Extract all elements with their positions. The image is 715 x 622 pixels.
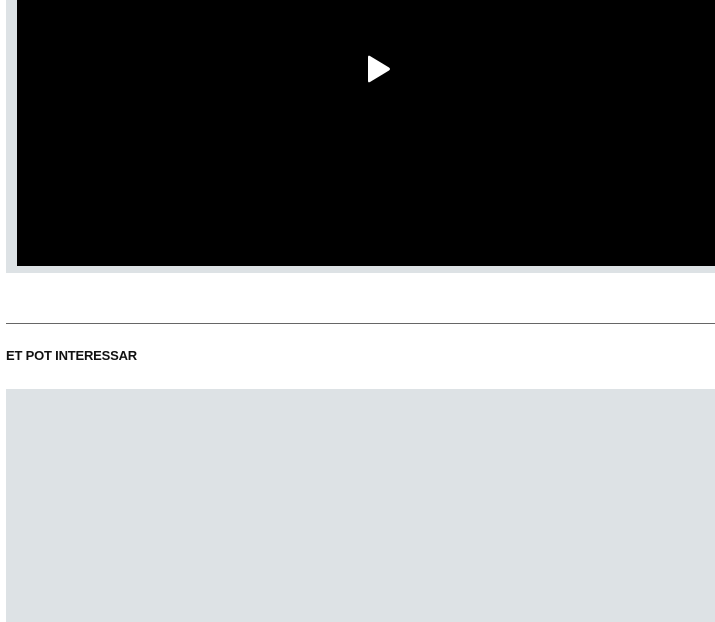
section-divider	[6, 323, 715, 324]
page: ET POT INTERESSAR	[0, 0, 715, 622]
video-player[interactable]	[17, 0, 715, 266]
play-button[interactable]	[363, 54, 393, 84]
related-heading: ET POT INTERESSAR	[6, 348, 137, 363]
video-frame	[6, 0, 715, 273]
related-content-placeholder	[6, 389, 715, 622]
play-icon	[368, 55, 390, 83]
